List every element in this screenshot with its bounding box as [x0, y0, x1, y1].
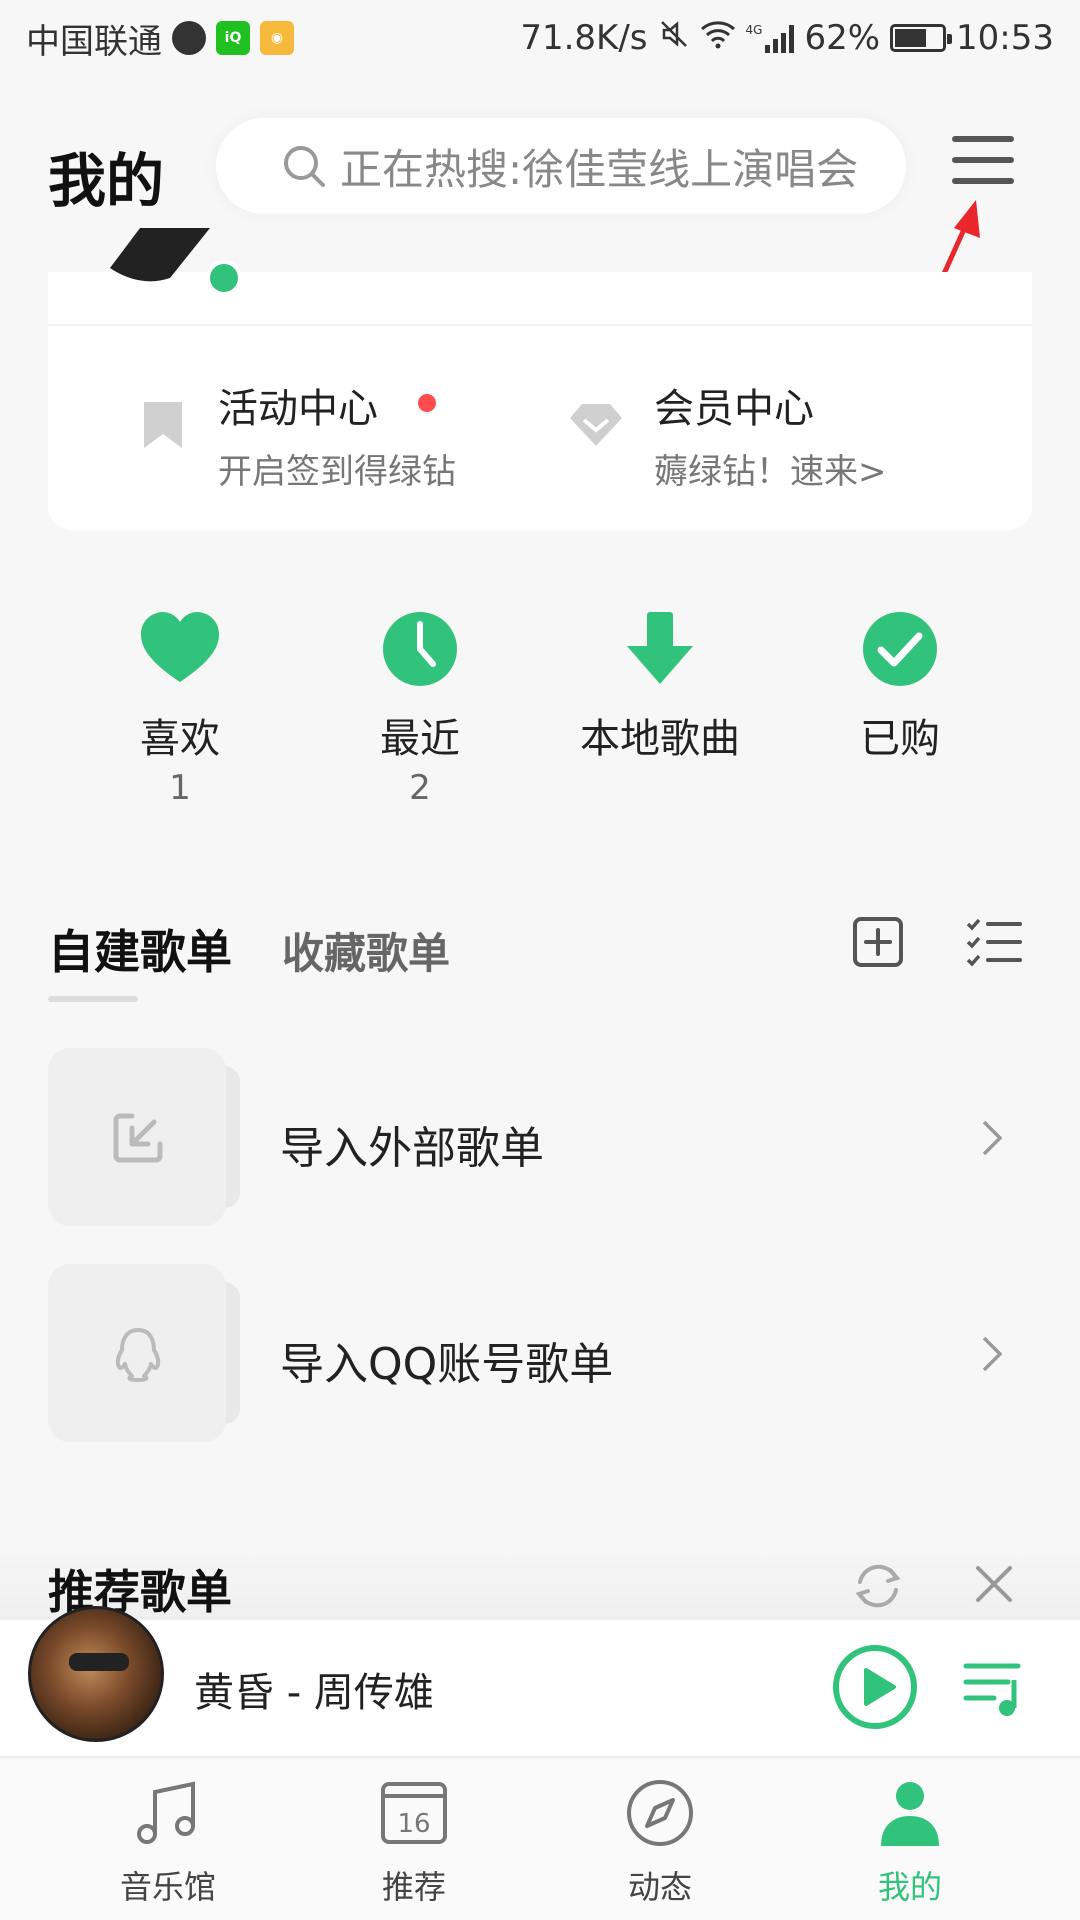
bottom-nav: 音乐馆 16 推荐 动态 我的	[0, 1760, 1080, 1920]
qq-penguin-icon	[115, 1328, 161, 1382]
diamond-icon	[570, 404, 622, 446]
mini-player[interactable]: 黄昏 - 周传雄	[0, 1606, 1080, 1758]
avatar[interactable]	[100, 228, 240, 294]
nav-music-hall-label: 音乐馆	[119, 1868, 216, 1906]
vip-subtitle: 薅绿钻！速来>	[654, 452, 887, 492]
quick-actions: 喜欢 1 最近 2 本地歌曲 已购	[0, 608, 1080, 808]
import-external-label: 导入外部歌单	[280, 1123, 544, 1174]
search-bar[interactable]: 正在热搜:徐佳莹线上演唱会	[216, 118, 906, 214]
music-note-icon	[137, 1781, 195, 1844]
status-bar: 中国联通 iQ ◉ 71.8K/s 4G 62% 10:53	[0, 0, 1080, 76]
bookmark-icon	[144, 402, 182, 448]
favorites-button[interactable]: 喜欢 1	[80, 608, 280, 808]
signal-icon: 4G	[746, 23, 795, 53]
wifi-icon	[700, 18, 736, 58]
vip-title: 会员中心	[654, 386, 814, 432]
purchased-label: 已购	[860, 716, 940, 762]
search-placeholder: 正在热搜:徐佳莹线上演唱会	[340, 144, 859, 194]
activity-title: 活动中心	[218, 386, 378, 432]
nav-activity-label: 动态	[627, 1868, 692, 1906]
close-icon[interactable]	[972, 1562, 1016, 1606]
compass-icon	[627, 1780, 693, 1846]
favorites-count: 1	[169, 768, 191, 808]
clock-icon	[383, 612, 457, 686]
page-title: 我的	[48, 147, 165, 215]
import-thumb	[48, 1048, 240, 1226]
heart-icon	[141, 612, 219, 682]
purchased-button[interactable]: 已购	[800, 608, 1000, 764]
activity-subtitle: 开启签到得绿钻	[218, 452, 456, 492]
search-icon	[284, 146, 325, 187]
tab-collected-playlists[interactable]: 收藏歌单	[282, 920, 450, 981]
import-external-playlist[interactable]: 导入外部歌单	[0, 1048, 1080, 1228]
tab-my-playlists[interactable]: 自建歌单	[48, 916, 232, 982]
iqiyi-app-icon: iQ	[216, 21, 250, 55]
vip-center[interactable]: 会员中心 薅绿钻！速来>	[566, 370, 986, 492]
favorites-label: 喜欢	[140, 716, 220, 762]
chevron-right-icon	[982, 1336, 1003, 1372]
recent-count: 2	[409, 768, 431, 808]
playlist-tabs: 自建歌单 收藏歌单	[0, 900, 1080, 1010]
battery-icon	[890, 24, 953, 52]
nav-activity[interactable]: 动态	[560, 1760, 760, 1920]
import-icon	[113, 1113, 163, 1163]
nav-recommend-label: 推荐	[381, 1868, 446, 1906]
refresh-icon[interactable]	[852, 1560, 904, 1612]
local-songs-label: 本地歌曲	[580, 716, 740, 762]
network-type: 4G	[745, 23, 763, 37]
qq-thumb	[48, 1264, 240, 1442]
add-playlist-icon[interactable]	[852, 916, 904, 968]
import-qq-playlist[interactable]: 导入QQ账号歌单	[0, 1264, 1080, 1444]
recent-button[interactable]: 最近 2	[320, 608, 520, 808]
nav-music-hall[interactable]: 音乐馆	[68, 1760, 268, 1920]
profile-icon	[881, 1782, 939, 1846]
tab-indicator	[48, 996, 138, 1002]
calendar-day: 16	[397, 1809, 430, 1839]
menu-icon[interactable]	[952, 136, 1014, 192]
recent-label: 最近	[380, 716, 460, 762]
local-songs-button[interactable]: 本地歌曲	[560, 608, 760, 764]
download-icon	[627, 612, 693, 684]
check-circle-icon	[863, 612, 937, 686]
network-speed: 71.8K/s	[520, 18, 648, 58]
recommend-section: 推荐歌单	[0, 1540, 1080, 1620]
globe-app-icon	[172, 21, 206, 55]
activity-center[interactable]: 活动中心 开启签到得绿钻	[136, 370, 536, 492]
card-divider	[48, 324, 1032, 326]
playlist-icon[interactable]	[962, 1658, 1026, 1718]
nav-recommend[interactable]: 16 推荐	[314, 1760, 514, 1920]
battery-percent: 62%	[804, 18, 881, 58]
nav-mine[interactable]: 我的	[810, 1760, 1010, 1920]
manage-list-icon[interactable]	[966, 916, 1022, 968]
clock: 10:53	[956, 18, 1054, 58]
weibo-app-icon: ◉	[260, 21, 294, 55]
mute-icon	[658, 18, 690, 59]
notification-dot	[418, 394, 436, 412]
calendar-icon: 16	[381, 1782, 447, 1844]
chevron-right-icon	[982, 1120, 1003, 1156]
carrier-label: 中国联通	[26, 21, 162, 62]
import-qq-label: 导入QQ账号歌单	[280, 1339, 614, 1390]
play-icon[interactable]	[832, 1644, 918, 1730]
now-playing-title: 黄昏 - 周传雄	[194, 1670, 434, 1716]
nav-mine-label: 我的	[877, 1868, 942, 1906]
album-cover[interactable]	[28, 1606, 164, 1742]
